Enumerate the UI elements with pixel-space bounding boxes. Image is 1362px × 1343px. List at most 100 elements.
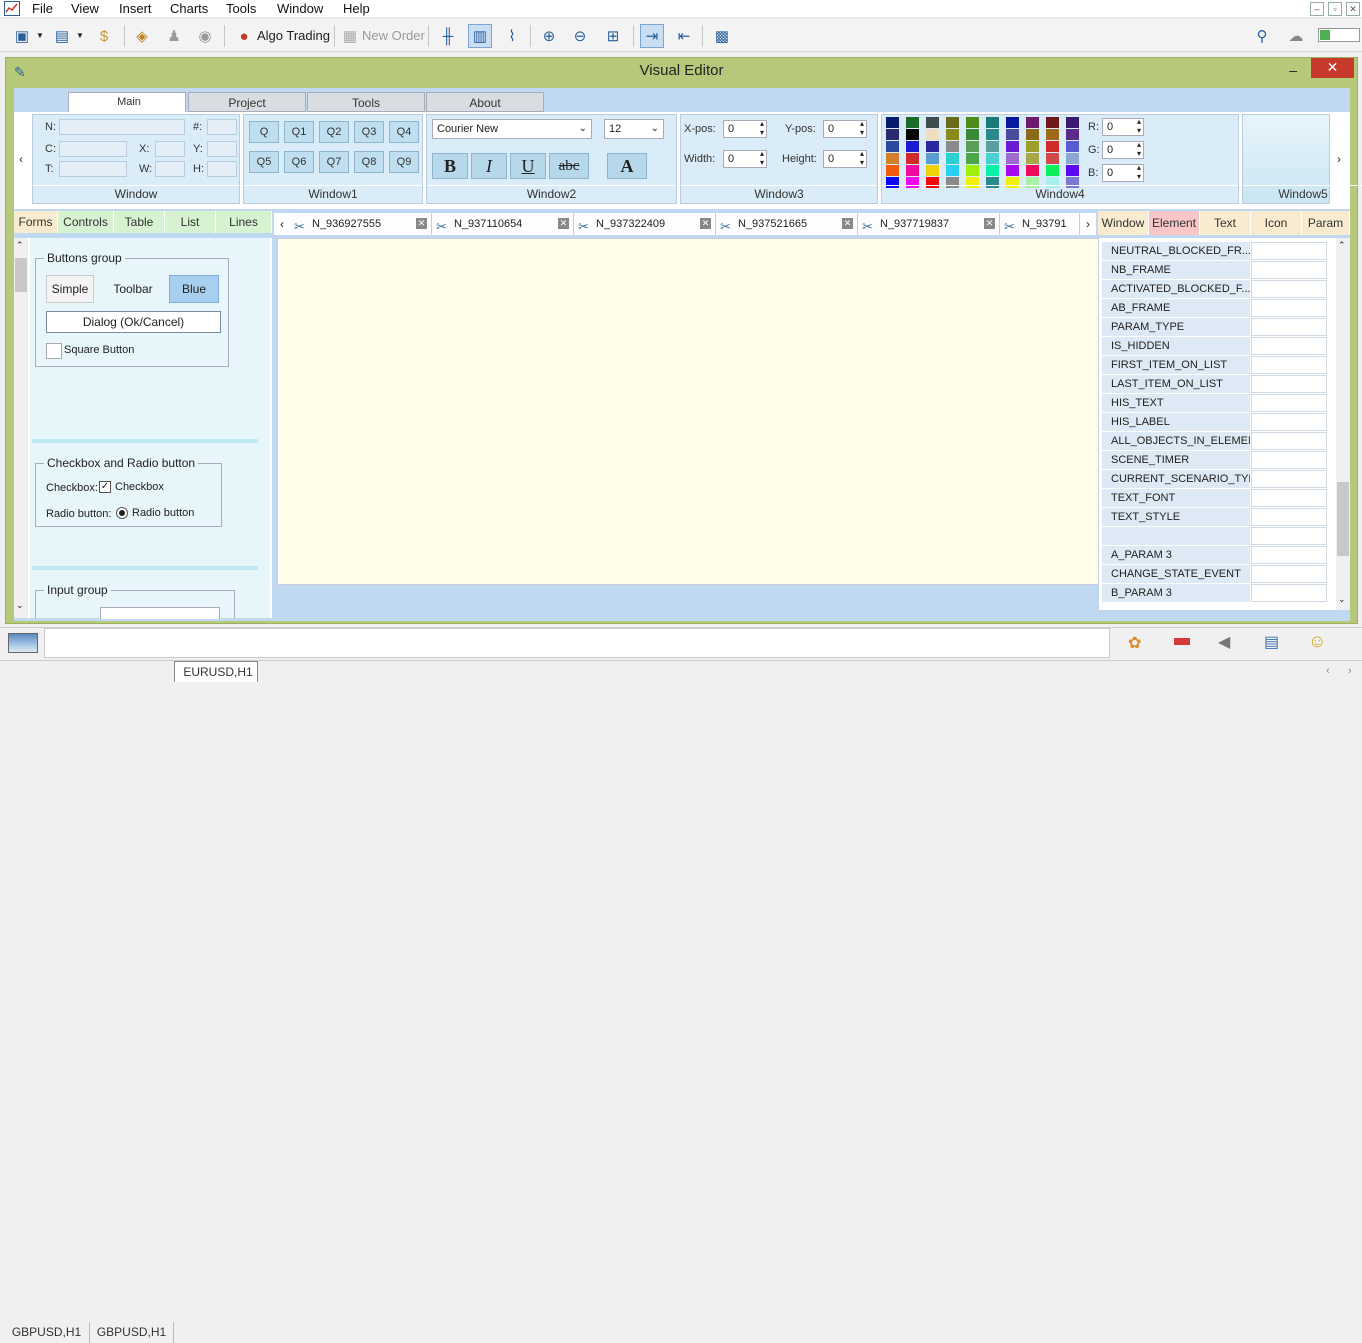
menu-charts[interactable]: Charts — [170, 1, 208, 16]
property-value[interactable] — [1251, 527, 1327, 545]
editor-close-button[interactable]: ✕ — [1311, 58, 1354, 78]
navigator-icon[interactable]: $ — [92, 24, 116, 48]
q9-button[interactable]: Q9 — [389, 151, 419, 173]
chevron-up-icon[interactable]: ⌃ — [16, 240, 24, 251]
chart-tab[interactable]: ✂ N_937322409 ✕ — [574, 213, 716, 235]
property-row[interactable]: LAST_ITEM_ON_LIST — [1102, 375, 1328, 394]
h-field[interactable] — [207, 161, 237, 177]
autoscroll-icon[interactable]: ⇥ — [640, 24, 664, 48]
property-value[interactable] — [1251, 242, 1327, 260]
app-restore-button[interactable]: ▫ — [1328, 2, 1342, 16]
color-swatch[interactable] — [986, 129, 999, 140]
tab-table[interactable]: Table — [114, 211, 165, 233]
property-row[interactable]: IS_HIDDEN — [1102, 337, 1328, 356]
tab-param[interactable]: Param — [1302, 211, 1350, 235]
color-swatch[interactable] — [906, 153, 919, 164]
toolbar-button[interactable]: Toolbar — [106, 275, 160, 303]
property-value[interactable] — [1251, 413, 1327, 431]
ribbon-left-arrow[interactable]: ‹ — [14, 148, 28, 170]
color-swatch[interactable] — [1046, 141, 1059, 152]
property-value[interactable] — [1251, 299, 1327, 317]
font-size-select[interactable]: 12 ⌄ — [604, 119, 664, 139]
color-swatch[interactable] — [1066, 165, 1079, 176]
candlestick-icon[interactable]: ▥ — [468, 24, 492, 48]
r-input[interactable]: 0 — [1102, 117, 1144, 136]
property-value[interactable] — [1251, 280, 1327, 298]
tab-element[interactable]: Element — [1149, 211, 1200, 235]
color-swatch[interactable] — [926, 165, 939, 176]
chevron-down-icon[interactable]: ⌄ — [16, 600, 24, 611]
chevron-up-icon[interactable]: ⌃ — [1338, 240, 1346, 251]
color-swatch[interactable] — [1046, 153, 1059, 164]
forms-scrollbar[interactable]: ⌃ ⌄ — [14, 238, 28, 618]
color-swatch[interactable] — [906, 117, 919, 128]
color-swatch[interactable] — [1006, 117, 1019, 128]
sheet-tab-active[interactable]: EURUSD,H1 — [174, 661, 258, 682]
color-swatch[interactable] — [986, 141, 999, 152]
algo-trading-icon[interactable]: ● — [232, 24, 256, 48]
q6-button[interactable]: Q6 — [284, 151, 314, 173]
design-canvas[interactable] — [277, 238, 1099, 585]
italic-button[interactable]: I — [471, 153, 507, 179]
sheet-tab[interactable]: GBPUSD,H1 — [90, 1322, 174, 1343]
color-swatch[interactable] — [1026, 141, 1039, 152]
algo-trading-button[interactable]: Algo Trading — [257, 28, 330, 43]
color-swatch[interactable] — [886, 153, 899, 164]
color-swatch[interactable] — [1026, 153, 1039, 164]
color-swatch[interactable] — [966, 117, 979, 128]
tab-icon[interactable]: Icon — [1251, 211, 1302, 235]
tab-text[interactable]: Text — [1200, 211, 1251, 235]
w-field[interactable] — [155, 161, 185, 177]
color-swatch[interactable] — [1046, 117, 1059, 128]
ribbon-right-arrow[interactable]: › — [1332, 148, 1346, 170]
color-swatch[interactable] — [1066, 141, 1079, 152]
menu-help[interactable]: Help — [343, 1, 370, 16]
color-swatch[interactable] — [946, 165, 959, 176]
hash-field[interactable] — [207, 119, 237, 135]
color-swatch[interactable] — [906, 129, 919, 140]
color-swatch[interactable] — [886, 165, 899, 176]
color-swatch[interactable] — [946, 117, 959, 128]
color-swatch[interactable] — [906, 141, 919, 152]
color-swatch[interactable] — [1006, 165, 1019, 176]
property-row[interactable]: PARAM_TYPE — [1102, 318, 1328, 337]
color-swatch[interactable] — [886, 141, 899, 152]
strikethrough-button[interactable]: abc — [549, 153, 589, 179]
property-row[interactable]: A_PARAM 3 — [1102, 546, 1328, 565]
zoom-out-icon[interactable]: ⊖ — [568, 24, 592, 48]
b-input[interactable]: 0 — [1102, 163, 1144, 182]
q8-button[interactable]: Q8 — [354, 151, 384, 173]
chart-tab[interactable]: ✂ N_937521665 ✕ — [716, 213, 858, 235]
chart-tab[interactable]: ✂ N_937110654 ✕ — [432, 213, 574, 235]
color-swatch[interactable] — [1006, 129, 1019, 140]
menu-insert[interactable]: Insert — [119, 1, 152, 16]
property-row[interactable]: HIS_LABEL — [1102, 413, 1328, 432]
color-swatch[interactable] — [986, 117, 999, 128]
color-swatch[interactable] — [1026, 129, 1039, 140]
property-row[interactable]: ALL_OBJECTS_IN_ELEMENT — [1102, 432, 1328, 451]
tab-main[interactable]: Main — [68, 92, 186, 113]
close-icon[interactable]: ✕ — [984, 218, 995, 229]
chart-tab[interactable]: ✂ N_937719837 ✕ — [858, 213, 1000, 235]
font-select[interactable]: Courier New ⌄ — [432, 119, 592, 139]
color-swatch[interactable] — [946, 141, 959, 152]
t-field[interactable] — [59, 161, 127, 177]
height-input[interactable]: 0 — [823, 149, 867, 168]
color-swatch[interactable] — [906, 165, 919, 176]
color-swatch[interactable] — [926, 141, 939, 152]
g-input[interactable]: 0 — [1102, 140, 1144, 159]
templates-icon[interactable]: ▩ — [710, 24, 734, 48]
stop-icon[interactable] — [1174, 638, 1190, 645]
property-row[interactable]: B_PARAM 3 — [1102, 584, 1328, 603]
property-row[interactable]: NEUTRAL_BLOCKED_FR... — [1102, 242, 1328, 261]
square-button[interactable] — [46, 343, 62, 359]
property-value[interactable] — [1251, 451, 1327, 469]
tab-window[interactable]: Window — [1098, 211, 1149, 235]
q7-button[interactable]: Q7 — [319, 151, 349, 173]
settings-icon[interactable]: ✿ — [1128, 633, 1141, 653]
scroll-thumb[interactable] — [1337, 482, 1349, 556]
close-icon[interactable]: ✕ — [700, 218, 711, 229]
color-swatch[interactable] — [966, 165, 979, 176]
property-row[interactable]: ACTIVATED_BLOCKED_F... — [1102, 280, 1328, 299]
c-field[interactable] — [59, 141, 127, 157]
